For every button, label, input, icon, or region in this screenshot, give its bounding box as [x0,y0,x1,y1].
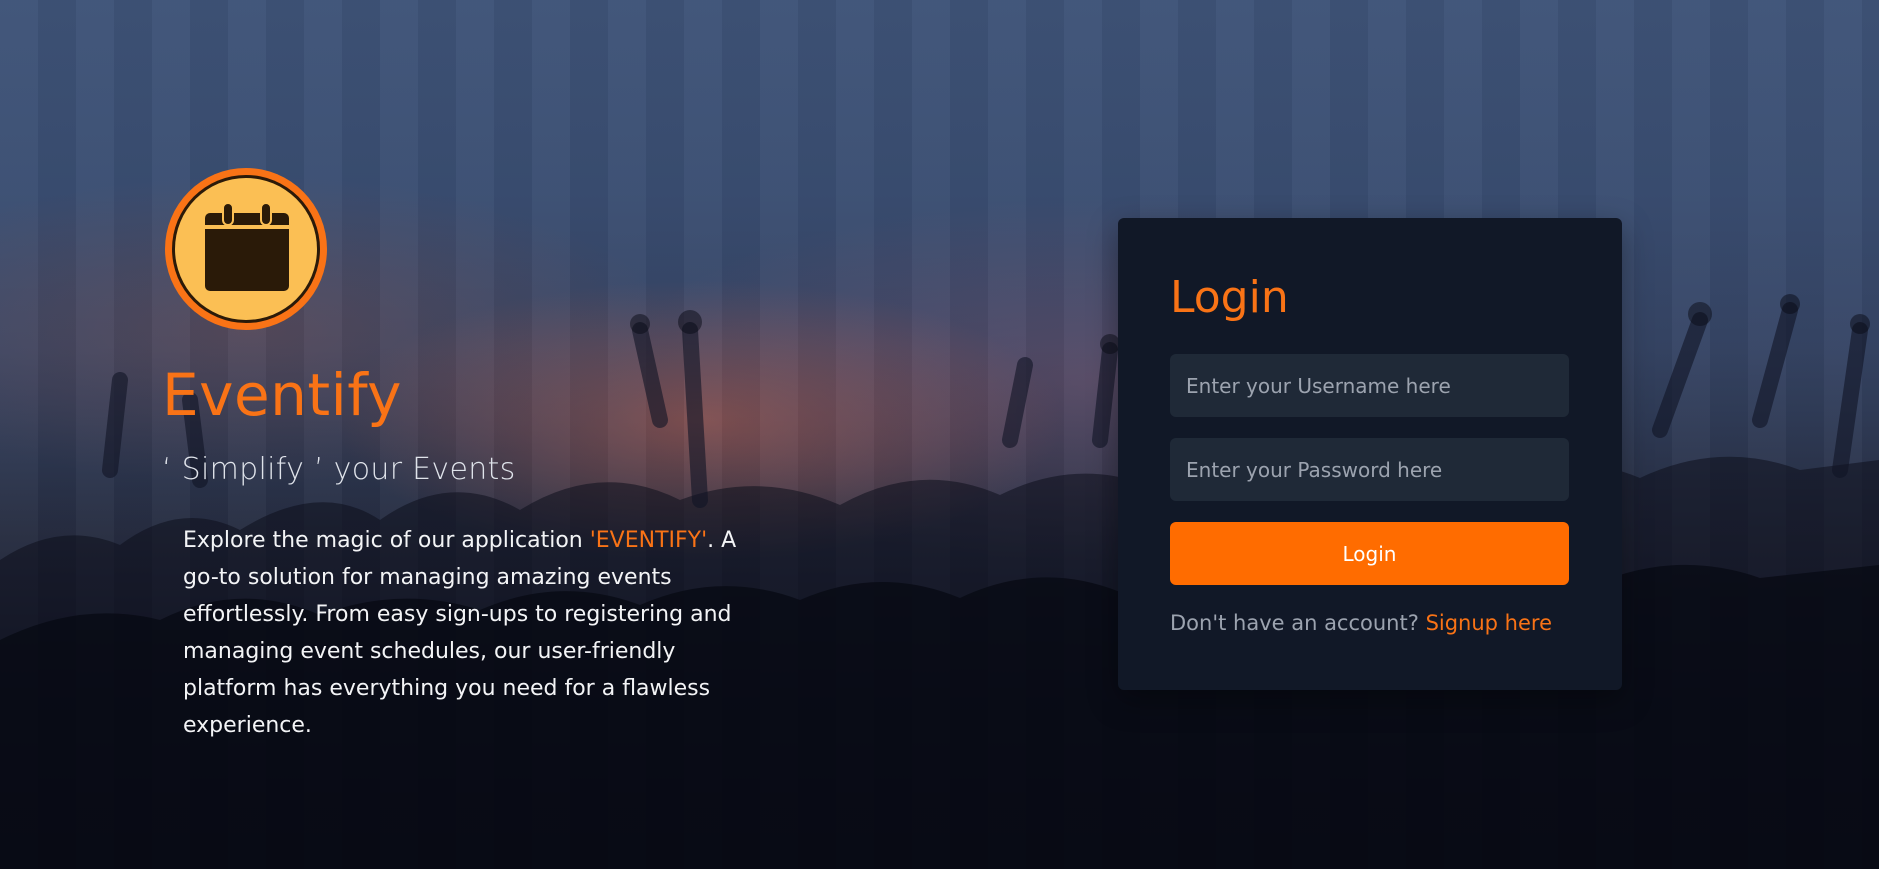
brand-tagline: ‘ Simplify ’ your Events [162,452,516,487]
description-app-name: 'EVENTIFY' [589,528,708,553]
username-input[interactable] [1170,354,1569,417]
brand-title: Eventify [162,361,402,429]
signup-prompt: Don't have an account? Signup here [1170,608,1552,638]
brand-description: Explore the magic of our application 'EV… [183,522,743,744]
login-button[interactable]: Login [1170,522,1569,585]
signup-prompt-text: Don't have an account? [1170,611,1419,635]
eventify-logo [162,165,330,333]
description-text-end: . A go-to solution for managing amazing … [183,528,737,738]
password-input[interactable] [1170,438,1569,501]
page-background: Eventify ‘ Simplify ’ your Events Explor… [0,0,1879,869]
description-text-start: Explore the magic of our application [183,528,590,553]
calendar-icon [205,202,289,291]
signup-link[interactable]: Signup here [1426,611,1552,635]
login-heading: Login [1170,272,1289,323]
login-card: Login Login Don't have an account? Signu… [1118,218,1622,690]
